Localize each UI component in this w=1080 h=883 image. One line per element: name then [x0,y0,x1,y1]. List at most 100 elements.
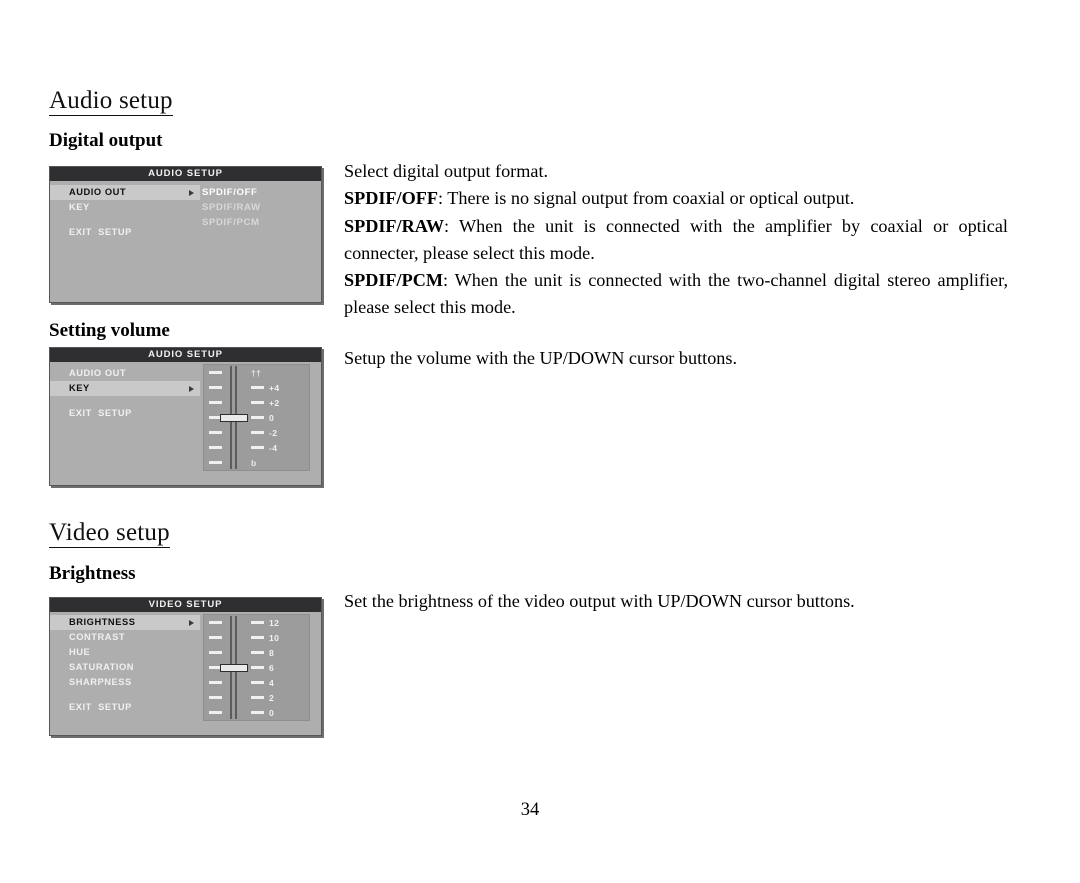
slider-tick-mark [251,696,264,699]
keyword-spdif-raw: SPDIF/RAW [344,215,445,236]
slider-tick-mark [251,621,264,624]
paragraph-line-intro: Select digital output format. [344,161,549,181]
paragraph-line: Set the brightness of the video output w… [344,591,855,611]
osd-menu-item-label: AUDIO OUT [69,368,127,378]
keyword-spdif-off: SPDIF/OFF [344,188,438,209]
slider-tick-mark [209,371,222,374]
slider-knob[interactable] [220,664,248,672]
osd-option-spdif-raw[interactable]: SPDIF/RAW [202,200,312,215]
osd-option-list: SPDIF/OFF SPDIF/RAW SPDIF/PCM [202,185,312,230]
right-arrow-icon [189,619,194,626]
subsection-title-digital-output: Digital output [49,130,163,151]
slider-tick-label: 12 [269,617,280,628]
page-section-title-audio-setup: Audio setup [49,87,173,117]
slider-tick-row: b [204,455,309,470]
osd-menu-item-hue[interactable]: HUE [50,645,200,660]
osd-menu-spacer [50,215,200,225]
osd-panel-audio-setup-digital-output[interactable]: AUDIO SETUP AUDIO OUT KEY EXIT SETUP SPD… [49,166,322,303]
paragraph-spdif-pcm: SPDIF/PCM: When the unit is connected wi… [344,267,1008,322]
slider-grid: †† +4 +2 0 -2 -4 b [204,365,309,470]
osd-volume-slider[interactable]: †† +4 +2 0 -2 -4 b [203,364,310,471]
page-number: 34 [520,800,540,820]
slider-tick-label: 0 [269,412,275,423]
osd-menu-item-audio-out[interactable]: AUDIO OUT [50,185,200,200]
osd-body: AUDIO OUT KEY EXIT SETUP †† +4 +2 0 -2 -… [50,362,321,485]
osd-panel-audio-setup-volume[interactable]: AUDIO SETUP AUDIO OUT KEY EXIT SETUP †† … [49,347,322,486]
osd-brightness-slider[interactable]: 12 10 8 6 4 2 0 [203,614,310,721]
manual-page: Audio setup Digital output AUDIO SETUP A… [0,0,1080,883]
slider-tick-mark [251,681,264,684]
slider-tick-row: 12 [204,615,309,630]
slider-tick-mark [209,711,222,714]
osd-menu-column: AUDIO OUT KEY EXIT SETUP [50,366,200,421]
osd-menu-item-brightness[interactable]: BRIGHTNESS [50,615,200,630]
slider-knob[interactable] [220,414,248,422]
osd-option-spdif-off[interactable]: SPDIF/OFF [202,185,312,200]
subsection-title-brightness: Brightness [49,563,136,584]
slider-tick-mark [251,711,264,714]
slider-bottom-glyph: b [251,457,257,468]
osd-title-bar: AUDIO SETUP [50,167,321,181]
slider-tick-mark [251,446,264,449]
osd-body: AUDIO OUT KEY EXIT SETUP SPDIF/OFF SPDIF… [50,181,321,302]
osd-menu-item-label: CONTRAST [69,632,126,642]
paragraph-setting-volume: Setup the volume with the UP/DOWN cursor… [344,345,1008,372]
osd-menu-item-label: KEY [69,202,90,212]
osd-body: BRIGHTNESS CONTRAST HUE SATURATION SHARP… [50,612,321,735]
osd-exit-setup-row[interactable]: EXIT SETUP [50,225,200,240]
subsection-title-setting-volume: Setting volume [49,320,170,341]
slider-tick-row: -4 [204,440,309,455]
osd-menu-spacer [50,690,200,700]
slider-tick-row: +2 [204,395,309,410]
slider-tick-row: 0 [204,705,309,720]
slider-tick-mark [209,651,222,654]
slider-tick-row: †† [204,365,309,380]
osd-option-spdif-pcm[interactable]: SPDIF/PCM [202,215,312,230]
slider-tick-row: 2 [204,690,309,705]
slider-tick-mark [209,696,222,699]
osd-menu-item-label: BRIGHTNESS [69,617,136,627]
paragraph-spdif-off-text: : There is no signal output from coaxial… [437,188,855,209]
paragraph-spdif-pcm-text: : When the unit is connected with the tw… [344,270,1008,318]
slider-tick-mark [251,651,264,654]
osd-exit-setup-row[interactable]: EXIT SETUP [50,406,200,421]
osd-menu-item-audio-out[interactable]: AUDIO OUT [50,366,200,381]
slider-tick-mark [251,416,264,419]
slider-tick-mark [209,636,222,639]
osd-menu-item-key[interactable]: KEY [50,200,200,215]
osd-menu-column: AUDIO OUT KEY EXIT SETUP [50,185,200,240]
slider-tick-mark [209,401,222,404]
slider-tick-mark [251,431,264,434]
slider-tick-row: -2 [204,425,309,440]
slider-tick-label: -4 [269,442,278,453]
osd-title-bar: VIDEO SETUP [50,598,321,612]
slider-tick-label: 0 [269,707,275,718]
slider-tick-mark [209,386,222,389]
slider-tick-mark [251,666,264,669]
slider-tick-label: 6 [269,662,275,673]
slider-tick-row: 8 [204,645,309,660]
slider-tick-mark [209,446,222,449]
osd-menu-item-label: HUE [69,647,91,657]
slider-tick-row: +4 [204,380,309,395]
osd-menu-item-label: KEY [69,383,90,393]
slider-tick-mark [251,401,264,404]
slider-tick-label: 2 [269,692,275,703]
osd-exit-setup-row[interactable]: EXIT SETUP [50,700,200,715]
osd-title-bar: AUDIO SETUP [50,348,321,362]
slider-top-glyph: †† [251,367,262,378]
slider-tick-label: 10 [269,632,280,643]
osd-menu-item-contrast[interactable]: CONTRAST [50,630,200,645]
osd-menu-item-sharpness[interactable]: SHARPNESS [50,675,200,690]
slider-tick-label: +4 [269,382,280,393]
paragraph-digital-output: Select digital output format. SPDIF/OFF:… [344,158,1008,322]
slider-tick-mark [209,681,222,684]
osd-menu-item-saturation[interactable]: SATURATION [50,660,200,675]
slider-tick-mark [251,386,264,389]
right-arrow-icon [189,189,194,196]
osd-panel-video-setup-brightness[interactable]: VIDEO SETUP BRIGHTNESS CONTRAST HUE SATU… [49,597,322,736]
slider-tick-mark [209,621,222,624]
osd-menu-item-label: AUDIO OUT [69,187,127,197]
page-section-title-video-setup: Video setup [49,519,170,549]
osd-menu-item-key[interactable]: KEY [50,381,200,396]
